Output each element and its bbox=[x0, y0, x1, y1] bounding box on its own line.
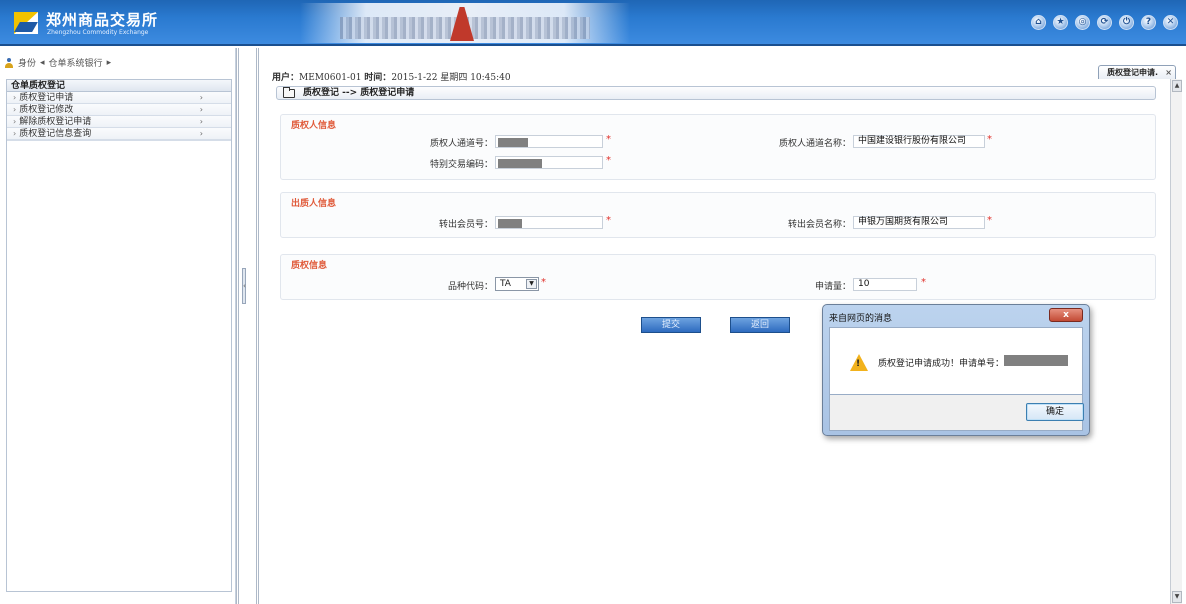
collapse-handle-icon[interactable]: ‹ bbox=[242, 268, 246, 304]
user-icon bbox=[4, 57, 14, 68]
dialog-title: 来自网页的消息 bbox=[829, 314, 893, 324]
dialog-close-button[interactable]: x bbox=[1049, 308, 1083, 322]
sidebar-item-pledge-release[interactable]: › 解除质权登记申请 › bbox=[7, 116, 231, 128]
scroll-up-icon[interactable]: ▲ bbox=[1172, 80, 1182, 92]
bullet-icon: › bbox=[13, 105, 17, 114]
section-title: 质权信息 bbox=[291, 261, 328, 271]
required-mark: * bbox=[606, 155, 611, 166]
dialog-message: 质权登记申请成功！申请单号： bbox=[878, 359, 1005, 369]
bullet-icon: › bbox=[13, 117, 17, 126]
quantity-input[interactable]: 10 bbox=[853, 278, 917, 291]
required-mark: * bbox=[921, 277, 926, 288]
close-icon[interactable]: ✕ bbox=[1163, 15, 1178, 30]
sidebar-item-label: 质权登记修改 bbox=[19, 105, 74, 115]
header-banner-image bbox=[300, 3, 630, 43]
favorite-icon[interactable]: ★ bbox=[1053, 15, 1068, 30]
sidebar-item-label: 质权登记申请 bbox=[19, 93, 74, 103]
zce-logo-icon bbox=[14, 12, 38, 34]
sidebar: 身份 ◂ 仓单系统银行 ▸ 仓单质权登记 › 质权登记申请 › › 质权登记修改 ›… bbox=[0, 48, 236, 604]
panel-splitter[interactable]: ‹ bbox=[236, 48, 260, 604]
chevron-right-icon: › bbox=[199, 105, 203, 114]
breadcrumb-right-arrow-icon[interactable]: ▸ bbox=[107, 58, 112, 68]
settings-icon[interactable]: ◎ bbox=[1075, 15, 1090, 30]
user-value: MEM0601-01 bbox=[299, 73, 362, 83]
warning-mark: ! bbox=[856, 359, 861, 369]
special-code-input[interactable] bbox=[495, 156, 603, 169]
chevron-down-icon[interactable]: ▼ bbox=[526, 279, 537, 289]
header-toolbar: ⌂ ★ ◎ ⟳ ⏻ ? ✕ bbox=[1031, 15, 1178, 30]
time-value: 2015-1-22 星期四 10:45:40 bbox=[391, 73, 511, 83]
tab-close-icon[interactable]: × bbox=[1165, 66, 1172, 79]
sidebar-item-pledge-query[interactable]: › 质权登记信息查询 › bbox=[7, 128, 231, 140]
logout-icon[interactable]: ⏻ bbox=[1119, 15, 1134, 30]
page-title: 质权登记 --> 质权登记申请 bbox=[303, 88, 415, 98]
back-button[interactable]: 返回 bbox=[730, 317, 790, 333]
breadcrumb-identity[interactable]: 身份 bbox=[18, 56, 36, 69]
vertical-scrollbar[interactable]: ▲ ▼ bbox=[1170, 79, 1182, 604]
quantity-label: 申请量： bbox=[814, 282, 851, 292]
dialog-body: ! 质权登记申请成功！申请单号： bbox=[829, 327, 1083, 395]
out-member-name-input[interactable]: 申银万国期货有限公司 bbox=[853, 216, 985, 229]
required-mark: * bbox=[987, 215, 992, 226]
pledge-section: 质权信息 品种代码： TA ▼ * 申请量： 10 * bbox=[280, 254, 1156, 300]
submit-button[interactable]: 提交 bbox=[641, 317, 701, 333]
help-icon[interactable]: ? bbox=[1141, 15, 1156, 30]
bullet-icon: › bbox=[13, 129, 17, 138]
pledgee-section: 质权人信息 质权人通道号： * 质权人通道名称： 中国建设银行股份有限公司 * … bbox=[280, 114, 1156, 180]
special-code-label: 特别交易编码： bbox=[429, 160, 493, 170]
application-number-redacted bbox=[1004, 355, 1068, 366]
chevron-right-icon: › bbox=[199, 117, 203, 126]
sidebar-item-label: 解除质权登记申请 bbox=[19, 117, 92, 127]
channel-name-input[interactable]: 中国建设银行股份有限公司 bbox=[853, 135, 985, 148]
tab-pledge-apply[interactable]: 质权登记申请. × bbox=[1098, 65, 1176, 79]
user-label: 用户： bbox=[272, 73, 300, 83]
logo-subtitle: Zhengzhou Commodity Exchange bbox=[47, 29, 149, 36]
breadcrumb-system[interactable]: 仓单系统银行 bbox=[49, 56, 103, 69]
message-dialog: 来自网页的消息 x ! 质权登记申请成功！申请单号： 确定 bbox=[822, 304, 1090, 436]
home-icon[interactable]: ⌂ bbox=[1031, 15, 1046, 30]
user-info-line: 用户：MEM0601-01 时间：2015-1-22 星期四 10:45:40 bbox=[272, 70, 511, 83]
breadcrumb-left-arrow-icon[interactable]: ◂ bbox=[40, 58, 45, 68]
required-mark: * bbox=[541, 277, 546, 288]
refresh-icon[interactable]: ⟳ bbox=[1097, 15, 1112, 30]
sidebar-item-label: 质权登记信息查询 bbox=[19, 129, 92, 139]
dialog-footer: 确定 bbox=[829, 395, 1084, 431]
variety-select[interactable]: TA ▼ bbox=[495, 277, 539, 291]
pledgor-section: 出质人信息 转出会员号： * 转出会员名称： 申银万国期货有限公司 * bbox=[280, 192, 1156, 238]
out-member-name-label: 转出会员名称： bbox=[787, 220, 851, 230]
menu-title[interactable]: 仓单质权登记 bbox=[7, 80, 231, 92]
app-header: 郑州商品交易所 Zhengzhou Commodity Exchange ⌂ ★… bbox=[0, 0, 1186, 46]
logo-text: 郑州商品交易所 bbox=[46, 11, 159, 29]
required-mark: * bbox=[987, 134, 992, 145]
breadcrumb: 身份 ◂ 仓单系统银行 ▸ bbox=[4, 56, 111, 69]
out-member-no-input[interactable] bbox=[495, 216, 603, 229]
bullet-icon: › bbox=[13, 93, 17, 102]
variety-value: TA bbox=[500, 279, 511, 289]
menu-empty-area bbox=[7, 140, 231, 591]
scroll-down-icon[interactable]: ▼ bbox=[1172, 591, 1182, 603]
tab-label: 质权登记申请. bbox=[1107, 68, 1159, 77]
chevron-right-icon: › bbox=[199, 93, 203, 102]
sidebar-item-pledge-apply[interactable]: › 质权登记申请 › bbox=[7, 92, 231, 104]
time-label: 时间： bbox=[364, 73, 392, 83]
chevron-right-icon: › bbox=[199, 129, 203, 138]
section-title: 出质人信息 bbox=[291, 199, 337, 209]
required-mark: * bbox=[606, 134, 611, 145]
section-title: 质权人信息 bbox=[291, 121, 337, 131]
ok-button[interactable]: 确定 bbox=[1026, 403, 1084, 421]
required-mark: * bbox=[606, 215, 611, 226]
page-title-bar: 质权登记 --> 质权登记申请 bbox=[276, 86, 1156, 100]
out-member-no-label: 转出会员号： bbox=[438, 220, 493, 230]
channel-name-label: 质权人通道名称： bbox=[778, 139, 851, 149]
sidebar-menu: 仓单质权登记 › 质权登记申请 › › 质权登记修改 › › 解除质权登记申请 › ›… bbox=[6, 79, 232, 592]
folder-icon bbox=[283, 87, 295, 98]
variety-label: 品种代码： bbox=[447, 282, 493, 292]
channel-no-label: 质权人通道号： bbox=[429, 139, 493, 149]
sidebar-item-pledge-modify[interactable]: › 质权登记修改 › bbox=[7, 104, 231, 116]
channel-no-input[interactable] bbox=[495, 135, 603, 148]
